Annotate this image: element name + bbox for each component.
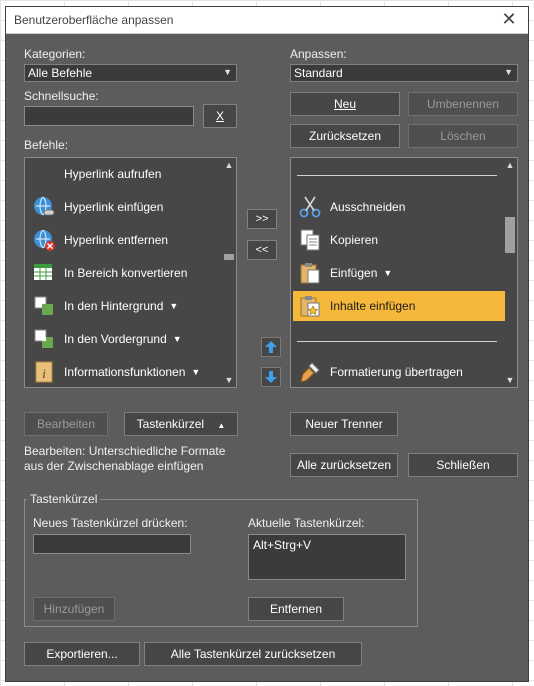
new-button[interactable]: Neu	[290, 92, 400, 116]
list-item-selected[interactable]: Inhalte einfügen	[293, 291, 505, 321]
title-bar: Benutzeroberfläche anpassen ✕	[6, 7, 528, 34]
list-item-label: Inhalte einfügen	[330, 299, 416, 313]
list-item-label: Hyperlink einfügen	[64, 200, 164, 214]
remove-from-toolbar-button[interactable]: <<	[247, 240, 277, 260]
send-backward-icon	[34, 296, 53, 315]
scroll-down-icon[interactable]: ▼	[504, 374, 516, 386]
current-shortcut-list[interactable]: Alt+Strg+V	[248, 534, 406, 580]
list-item-label: Ausschneiden	[330, 200, 406, 214]
anpassen-label: Anpassen:	[290, 47, 347, 61]
list-item[interactable]: In den Vordergrund ▼	[27, 324, 222, 354]
shortcut-group-title: Tastenkürzel	[27, 492, 101, 506]
scissors-icon	[299, 196, 321, 218]
reset-all-button[interactable]: Alle zurücksetzen	[290, 453, 398, 477]
shortcut-toggle-label: Tastenkürzel	[136, 417, 205, 431]
list-item[interactable]: Hyperlink aufrufen	[27, 159, 222, 189]
delete-button[interactable]: Löschen	[408, 124, 518, 148]
close-button[interactable]: Schließen	[408, 453, 518, 477]
list-item-label: Formatierung übertragen	[330, 365, 463, 379]
befehle-label: Befehle:	[24, 138, 69, 152]
list-item-label: Kopieren	[330, 233, 379, 247]
commands-list[interactable]: Hyperlink aufrufen Hyperlink einfügen Hy…	[24, 157, 237, 388]
list-item[interactable]: In den Hintergrund ▼	[27, 291, 222, 321]
schnellsuche-label: Schnellsuche:	[24, 89, 99, 103]
chevron-down-icon: ▼	[504, 67, 513, 77]
list-item[interactable]: Einfügen ▼	[293, 258, 503, 288]
chevron-down-icon: ▼	[223, 67, 232, 77]
dialog-title: Benutzeroberfläche anpassen	[14, 13, 174, 27]
list-item[interactable]: Ausschneiden	[293, 192, 503, 222]
hyperlink-insert-icon	[34, 196, 55, 216]
clear-search-button[interactable]: X	[203, 104, 237, 128]
clear-search-label: X	[215, 109, 224, 123]
add-to-toolbar-button[interactable]: >>	[247, 209, 277, 229]
shortcut-toggle-button[interactable]: Tastenkürzel ▲	[124, 412, 238, 436]
rename-button[interactable]: Umbenennen	[408, 92, 518, 116]
remove-shortcut-button[interactable]: Entfernen	[248, 597, 344, 621]
svg-text:i: i	[42, 366, 46, 381]
new-shortcut-input[interactable]	[33, 534, 191, 554]
dropdown-arrow-icon: ▼	[383, 268, 393, 278]
list-item[interactable]: Hyperlink entfernen	[27, 225, 222, 255]
format-painter-icon	[300, 362, 320, 382]
reset-button[interactable]: Zurücksetzen	[290, 124, 400, 148]
list-item-label: In den Hintergrund	[64, 299, 164, 313]
close-icon[interactable]: ✕	[498, 9, 520, 31]
paste-special-icon	[300, 296, 320, 317]
new-button-label: Neu	[333, 97, 356, 111]
convert-range-icon	[34, 264, 52, 280]
move-down-button[interactable]	[261, 367, 281, 387]
list-item[interactable]: i Informationsfunktionen ▼	[27, 357, 222, 387]
scroll-up-icon[interactable]: ▲	[504, 159, 516, 171]
list-separator	[297, 175, 497, 176]
bring-forward-icon	[34, 329, 53, 348]
scroll-thumb[interactable]	[505, 217, 515, 253]
list-item-label: Hyperlink entfernen	[64, 233, 169, 247]
new-separator-button[interactable]: Neuer Trenner	[290, 412, 398, 436]
paste-icon	[300, 263, 320, 284]
move-up-button[interactable]	[261, 337, 281, 357]
list-separator	[297, 341, 497, 342]
list-item[interactable]: Kopieren	[293, 225, 503, 255]
scroll-down-icon[interactable]: ▼	[223, 374, 235, 386]
export-button[interactable]: Exportieren...	[24, 642, 140, 666]
command-description: Bearbeiten: Unterschiedliche Formate aus…	[24, 444, 226, 473]
commands-scrollbar[interactable]: ▲ ▼	[223, 159, 235, 386]
list-item[interactable]: Formatierung übertragen	[293, 357, 503, 387]
list-item[interactable]: In Bereich konvertieren	[27, 258, 222, 288]
list-item-label: Informationsfunktionen	[64, 365, 186, 379]
list-item-label: Hyperlink aufrufen	[64, 167, 162, 181]
kategorien-label: Kategorien:	[24, 47, 86, 61]
anpassen-value: Standard	[294, 66, 343, 80]
list-item-label: In Bereich konvertieren	[64, 266, 188, 280]
dropdown-arrow-icon: ▼	[191, 367, 201, 377]
kategorien-dropdown[interactable]: Alle Befehle ▼	[24, 64, 237, 82]
list-item-label: Einfügen	[330, 266, 378, 280]
list-item-label: In den Vordergrund	[64, 332, 167, 346]
dropdown-arrow-icon: ▼	[172, 334, 182, 344]
anpassen-dropdown[interactable]: Standard ▼	[290, 64, 518, 82]
customize-ui-dialog: Benutzeroberfläche anpassen ✕ Kategorien…	[5, 6, 529, 682]
copy-icon	[300, 229, 320, 251]
current-shortcut-label: Aktuelle Tastenkürzel:	[248, 516, 365, 530]
list-item[interactable]: Hyperlink einfügen	[27, 192, 222, 222]
chevron-up-icon: ▲	[217, 421, 226, 430]
dropdown-arrow-icon: ▼	[169, 301, 179, 311]
kategorien-value: Alle Befehle	[28, 66, 93, 80]
edit-button[interactable]: Bearbeiten	[24, 412, 108, 436]
arrow-down-icon	[265, 371, 277, 383]
arrow-up-icon	[265, 341, 277, 353]
toolbar-items-scrollbar[interactable]: ▲ ▼	[504, 159, 516, 386]
schnellsuche-input[interactable]	[24, 106, 194, 126]
info-function-icon: i	[35, 361, 53, 383]
scroll-thumb[interactable]	[224, 254, 234, 260]
scroll-up-icon[interactable]: ▲	[223, 159, 235, 171]
reset-all-shortcuts-button[interactable]: Alle Tastenkürzel zurücksetzen	[144, 642, 362, 666]
toolbar-items-list[interactable]: Ausschneiden Kopieren Einfügen ▼ Inhalte…	[290, 157, 518, 388]
add-shortcut-button[interactable]: Hinzufügen	[33, 597, 115, 621]
new-shortcut-label: Neues Tastenkürzel drücken:	[33, 516, 188, 530]
hyperlink-remove-icon	[34, 229, 55, 251]
